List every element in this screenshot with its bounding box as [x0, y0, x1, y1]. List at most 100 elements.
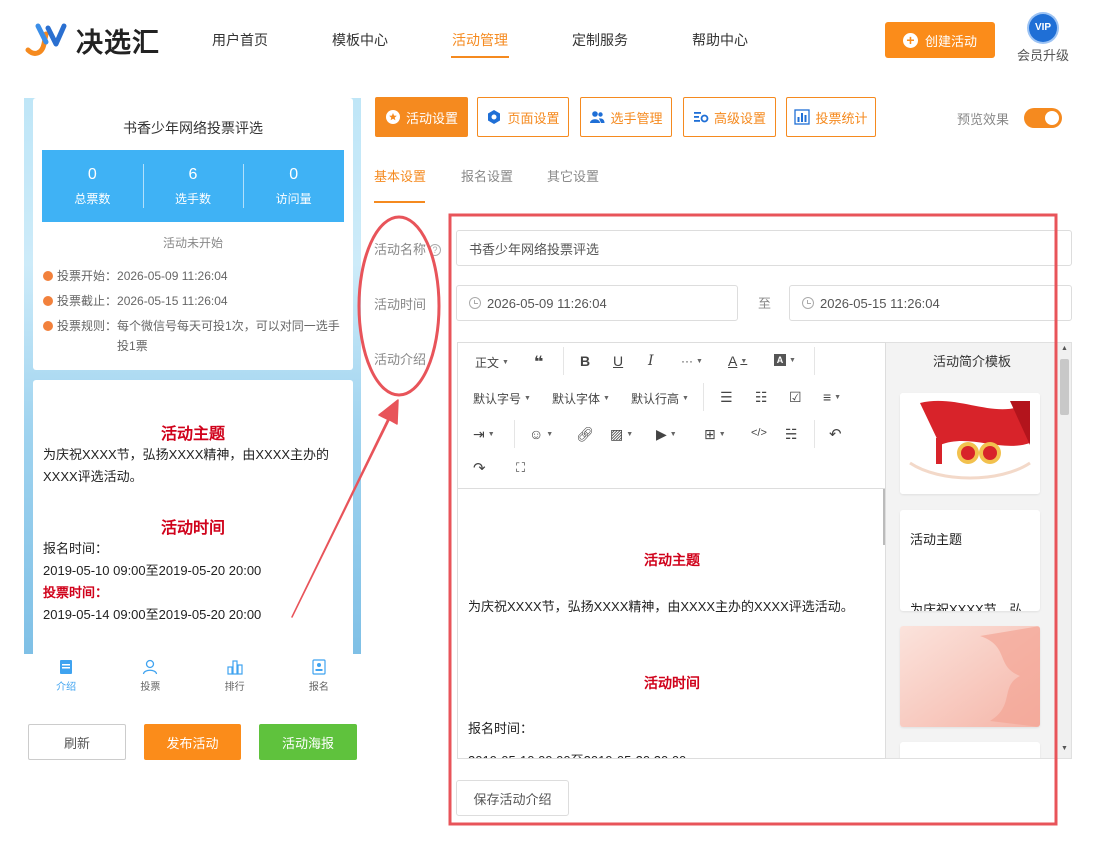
quote-icon[interactable]: ❝	[534, 352, 543, 372]
numbered-list-icon[interactable]: ☷	[755, 389, 768, 406]
palette-icon	[488, 110, 501, 124]
logo-text: 决选汇	[76, 27, 160, 58]
start-time-picker[interactable]: 2026-05-09 11:26:04	[456, 285, 738, 321]
caret-down-icon: ▼	[682, 395, 689, 402]
contestant-manage-button[interactable]: 选手管理	[580, 97, 672, 137]
activity-poster-button[interactable]: 活动海报	[259, 724, 357, 760]
toolbar-divider	[563, 347, 564, 375]
fullscreen-icon[interactable]: ⛶	[516, 460, 525, 476]
start-time-value: 2026-05-09 11:26:04	[487, 295, 607, 311]
page-settings-button[interactable]: 页面设置	[477, 97, 569, 137]
bullet-dot-icon	[43, 271, 53, 281]
activity-name-input[interactable]: 书香少年网络投票评选	[456, 230, 1072, 266]
nav-item-custom-service[interactable]: 定制服务	[540, 0, 660, 84]
info-vote-start: 投票开始： 2026-05-09 11:26:04	[43, 266, 343, 286]
info-key: 投票开始：	[57, 269, 118, 283]
todo-list-icon[interactable]: ☑	[789, 389, 802, 406]
font-size-select[interactable]: 默认字号 ▼	[473, 390, 531, 407]
background-color-icon[interactable]: A ▼	[774, 354, 796, 366]
stat-label: 总票数	[74, 192, 111, 206]
refresh-button[interactable]: 刷新	[28, 724, 126, 760]
align-icon[interactable]: ≡ ▼	[823, 389, 841, 405]
mobile-preview[interactable]: 书香少年网络投票评选 0 总票数 6 选手数 0 访问量 活动未开始 投票开始：…	[24, 98, 361, 654]
info-vote-rule: 投票规则： 每个微信号每天可投1次，可以对同一选手投1票	[43, 316, 343, 356]
help-icon[interactable]: ?	[429, 244, 442, 256]
toolbar-label: 投票统计	[815, 110, 868, 126]
caret-down-icon: ▼	[546, 430, 554, 438]
stat-label: 选手数	[175, 192, 212, 206]
more-format-icon[interactable]: ··· ▼	[681, 354, 703, 368]
advanced-settings-button[interactable]: 高级设置	[683, 97, 776, 137]
emoji-icon[interactable]: ☺ ▼	[529, 426, 553, 442]
publish-activity-button[interactable]: 发布活动	[144, 724, 241, 760]
end-time-picker[interactable]: 2026-05-15 11:26:04	[789, 285, 1072, 321]
font-color-icon[interactable]: A ▼	[728, 353, 747, 369]
line-height-select[interactable]: 默认行高 ▼	[631, 390, 689, 407]
bullet-list-icon[interactable]: ☰	[720, 389, 733, 406]
preview-effect-toggle[interactable]	[1024, 108, 1062, 128]
intro-vote-label: 投票时间：	[43, 585, 109, 600]
tab-vote[interactable]: 投票	[108, 654, 192, 700]
template-thumbnail-festive	[900, 393, 1040, 494]
italic-icon[interactable]: I	[648, 353, 654, 369]
id-card-icon	[312, 659, 326, 675]
activity-intro-label: 活动介绍	[374, 352, 427, 367]
toolbar-divider	[814, 347, 815, 375]
toolbar-divider	[814, 420, 815, 448]
nav-item-activity-manage[interactable]: 活动管理	[420, 0, 540, 84]
table-icon[interactable]: ⊞ ▼	[704, 426, 726, 443]
template-scrollbar[interactable]: ▲ ▼	[1058, 343, 1071, 758]
template-card[interactable]	[900, 393, 1040, 494]
nav-item-templates[interactable]: 模板中心	[300, 0, 420, 84]
select-value: 默认字体	[552, 392, 601, 406]
undo-icon[interactable]: ↶	[829, 425, 842, 443]
tab-intro[interactable]: 介绍	[24, 654, 108, 700]
activity-settings-button[interactable]: 活动设置	[375, 97, 468, 137]
scroll-up-icon[interactable]: ▲	[1061, 345, 1068, 352]
tab-basic-settings[interactable]: 基本设置	[374, 166, 426, 185]
divider-line-icon[interactable]: ☵	[785, 426, 798, 443]
select-value: 正文	[475, 356, 500, 370]
nav-item-home[interactable]: 用户首页	[180, 0, 300, 84]
select-value: 默认行高	[631, 392, 680, 406]
rich-text-editor[interactable]: 正文 ▼ ❝ B U I ··· ▼ A ▼ A ▼ 默认字号 ▼ 默认字体 ▼ 默认行高 ▼…	[457, 342, 886, 759]
redo-icon[interactable]: ↷	[473, 459, 486, 477]
template-card[interactable]	[900, 742, 1040, 758]
tab-signup-settings[interactable]: 报名设置	[461, 166, 513, 185]
link-icon[interactable]: 🔗︎	[576, 426, 594, 443]
info-key: 投票规则：	[57, 319, 118, 333]
editor-content[interactable]: 活动主题 为庆祝XXXX节，弘扬XXXX精神，由XXXX主办的XXXX评选活动。…	[458, 489, 885, 758]
underline-icon[interactable]: U	[613, 353, 623, 369]
save-intro-button[interactable]: 保存活动介绍	[456, 780, 569, 816]
video-icon[interactable]: ▶ ▼	[656, 426, 677, 443]
image-icon[interactable]: ▨ ▼	[610, 426, 633, 443]
gear-star-icon	[385, 110, 400, 124]
template-card[interactable]	[900, 626, 1040, 727]
stat-label: 访问量	[275, 192, 312, 206]
toolbar-divider	[703, 383, 704, 411]
main-nav: 用户首页 模板中心 活动管理 定制服务 帮助中心	[180, 0, 780, 84]
template-card[interactable]: 活动主题 为庆祝XXXX节，弘	[900, 510, 1040, 611]
clock-icon	[469, 297, 481, 309]
logo[interactable]: 决选汇	[24, 20, 160, 60]
tab-ranking[interactable]: 排行	[193, 654, 277, 700]
nav-item-help[interactable]: 帮助中心	[660, 0, 780, 84]
template-panel-title: 活动简介模板	[932, 354, 1011, 369]
caret-down-icon: ▼	[524, 395, 531, 402]
create-activity-button[interactable]: + 创建活动	[885, 22, 995, 58]
paragraph-format-select[interactable]: 正文 ▼	[475, 354, 509, 371]
font-family-select[interactable]: 默认字体 ▼	[552, 390, 610, 407]
info-key: 投票截止：	[57, 294, 118, 308]
code-icon[interactable]: </>	[751, 427, 767, 439]
tab-signup[interactable]: 报名	[277, 654, 361, 700]
vote-stats-button[interactable]: 投票统计	[786, 97, 876, 137]
indent-icon[interactable]: ⇥ ▼	[473, 426, 495, 443]
stat-contestants: 6 选手数	[142, 150, 244, 222]
scrollbar-thumb[interactable]	[1060, 359, 1069, 415]
intro-theme-text: 为庆祝XXXX节，弘扬XXXX精神，由XXXX主办的XXXX评选活动。	[43, 447, 330, 484]
scroll-down-icon[interactable]: ▼	[1061, 745, 1068, 752]
preview-stats: 0 总票数 6 选手数 0 访问量	[42, 150, 344, 222]
bold-icon[interactable]: B	[580, 353, 590, 369]
tab-other-settings[interactable]: 其它设置	[547, 166, 599, 185]
vip-upgrade-button[interactable]: VIP 会员升级	[1016, 14, 1070, 64]
